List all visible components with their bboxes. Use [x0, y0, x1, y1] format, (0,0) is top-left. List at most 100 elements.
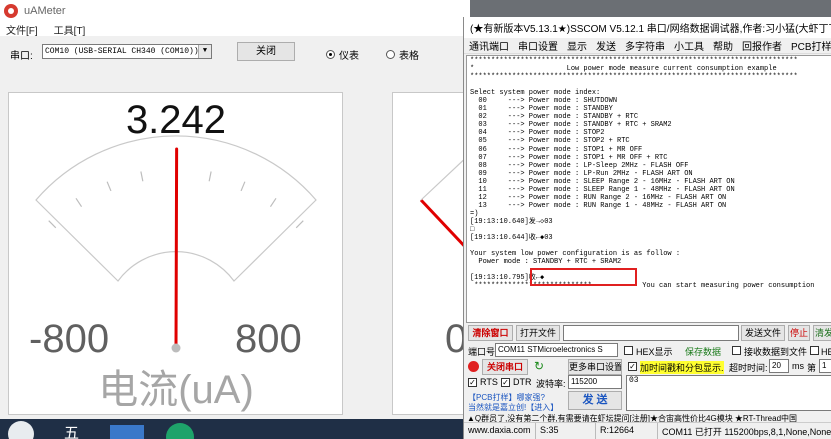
power-mode-highlight	[530, 268, 637, 286]
terminal-line: □	[470, 225, 475, 234]
send-button[interactable]: 发 送	[568, 391, 622, 410]
terminal-line: 05 ---> Power mode : STOP2 + RTC	[470, 137, 630, 146]
app-icon[interactable]	[166, 423, 194, 439]
clear-send-button[interactable]: 清发	[813, 325, 831, 341]
hex-display-label: HEX显示	[636, 347, 673, 357]
more-settings-button[interactable]: 更多串口设置	[568, 359, 622, 375]
terminal-line: =)	[470, 209, 479, 218]
rts-checkbox[interactable]: ✓	[468, 378, 477, 387]
menu-comm-port[interactable]: 通讯端口	[469, 38, 509, 53]
radio-meter[interactable]: 仪表	[326, 47, 359, 62]
menu-send[interactable]: 发送	[596, 38, 616, 53]
radio-dot	[326, 50, 335, 59]
promo-link-2[interactable]: 当然就是嘉立创!【进入】	[468, 402, 558, 413]
port-select-value: COM10 (USB-SERIAL CH340 (COM10))	[45, 47, 199, 56]
radio-dot	[386, 50, 395, 59]
gauge-needle	[174, 147, 179, 350]
timestamp-checkbox[interactable]: ✓	[628, 362, 637, 371]
windows-icon[interactable]	[8, 421, 34, 439]
refresh-icon[interactable]: ↻	[534, 359, 544, 373]
menu-serial-settings[interactable]: 串口设置	[518, 38, 558, 53]
terminal-line: 10 ---> Power mode : SLEEP Range 2 - 16M…	[470, 177, 735, 186]
terminal-line: * Low power mode measure current consump…	[470, 65, 777, 74]
timestamp-label: 加时间戳和分包显示.	[640, 361, 724, 374]
terminal-line: 00 ---> Power mode : SHUTDOWN	[470, 97, 618, 106]
toolbar: 串口: COM10 (USB-SERIAL CH340 (COM10)) ▼ 关…	[0, 36, 470, 70]
status-sent: S:35	[536, 423, 596, 439]
gauge-unit-label: 电流(uA)	[98, 368, 254, 412]
port-number-select[interactable]: COM11 STMicroelectronics S	[495, 343, 618, 357]
terminal-line: [19:13:10.640]发→◇03	[470, 217, 553, 226]
uameter-window: uAMeter 文件[F] 工具[T] 串口: COM10 (USB-SERIA…	[0, 0, 470, 439]
app-icon[interactable]	[110, 425, 144, 439]
search-label[interactable]: 五	[64, 422, 79, 439]
close-port-button[interactable]: 关闭串口	[482, 359, 528, 375]
port-number-value: COM11 STMicroelectronics S	[498, 345, 603, 354]
terminal-line: ****************************************…	[470, 57, 798, 65]
terminal-line: 01 ---> Power mode : STANDBY	[470, 105, 613, 114]
radio-table-label: 表格	[399, 51, 419, 62]
rts-label: RTS	[480, 377, 498, 387]
menu-help[interactable]: 帮助	[713, 38, 733, 53]
port-status-icon	[468, 361, 479, 372]
status-port: COM11 已打开 115200bps,8,1,None,None	[662, 427, 831, 437]
open-file-button[interactable]: 打开文件	[516, 325, 560, 341]
receive-terminal[interactable]: ****************************************…	[466, 55, 831, 323]
port-number-label: 端口号	[468, 347, 496, 357]
menu-tools[interactable]: 小工具	[674, 38, 704, 53]
page-label: 第	[807, 363, 817, 373]
clear-window-button[interactable]: 清除窗口	[468, 325, 513, 341]
terminal-line: 02 ---> Power mode : STANDBY + RTC	[470, 113, 639, 122]
chevron-down-icon[interactable]: ▼	[198, 45, 211, 58]
terminal-line: Power mode : STANDBY + RTC + SRAM2	[470, 258, 622, 267]
sscom-status-bar: www.daxia.com S:35 R:12664 COM11 已打开 115…	[464, 422, 831, 439]
sscom-menu-bar: 通讯端口 串口设置 显示 发送 多字符串 小工具 帮助 回报作者 PCB打样	[464, 38, 831, 54]
window-title: uAMeter	[24, 5, 66, 17]
hex-send-checkbox[interactable]	[810, 346, 819, 355]
file-path-input[interactable]	[563, 325, 739, 341]
secondary-gauge-panel: 0	[392, 92, 470, 415]
page-input[interactable]: 1	[819, 359, 831, 373]
sscom-window-title: (★有新版本V5.13.1★)SSCOM V5.12.1 串口/网络数据调试器,…	[470, 24, 831, 35]
menu-bar: 文件[F] 工具[T]	[0, 22, 470, 37]
terminal-line: 03 ---> Power mode : STANDBY + RTC + SRA…	[470, 121, 672, 130]
menu-multi-string[interactable]: 多字符串	[625, 38, 665, 53]
menu-pcb[interactable]: PCB打样	[791, 38, 831, 53]
menu-file[interactable]: 文件[F]	[6, 22, 38, 37]
terminal-line: Select system power mode index:	[470, 89, 601, 98]
status-site[interactable]: www.daxia.com	[464, 423, 536, 439]
port-select[interactable]: COM10 (USB-SERIAL CH340 (COM10)) ▼	[42, 44, 212, 59]
terminal-line: 06 ---> Power mode : STOP1 + MR OFF	[470, 145, 643, 154]
menu-tools[interactable]: 工具[T]	[54, 22, 86, 37]
save-data-link[interactable]: 保存数据	[685, 345, 721, 358]
terminal-line: 09 ---> Power mode : LP-Run 2MHz - FLASH…	[470, 169, 693, 178]
stop-button[interactable]: 停止	[788, 325, 810, 341]
terminal-line: 07 ---> Power mode : STOP1 + MR OFF + RT…	[470, 153, 668, 162]
gauge-max-label: 800	[235, 317, 302, 361]
timeout-input[interactable]: 20	[769, 359, 789, 373]
send-input[interactable]: 03	[626, 375, 831, 411]
hex-display-checkbox[interactable]	[624, 346, 633, 355]
current-gauge: 3.242 -800 800 电流(uA)	[29, 98, 317, 412]
recv-to-file-label: 接收数据到文件	[744, 347, 808, 357]
close-port-button[interactable]: 关闭	[237, 42, 295, 61]
terminal-line: **************************** You can sta…	[470, 282, 815, 291]
uameter-titlebar: uAMeter	[0, 0, 470, 22]
terminal-line: 08 ---> Power mode : LP-Sleep 2MHz - FLA…	[470, 161, 689, 170]
sscom-titlebar: (★有新版本V5.13.1★)SSCOM V5.12.1 串口/网络数据调试器,…	[464, 17, 831, 38]
baud-select[interactable]: 115200	[568, 375, 622, 389]
send-file-button[interactable]: 发送文件	[741, 325, 785, 341]
recv-to-file-checkbox[interactable]	[732, 346, 741, 355]
needle-pivot	[171, 343, 181, 353]
radio-table[interactable]: 表格	[386, 47, 419, 62]
terminal-line: ****************************************…	[470, 73, 798, 82]
hex-send-label: HEX发	[821, 347, 831, 357]
dtr-checkbox[interactable]: ✓	[501, 378, 510, 387]
current-gauge-panel: 3.242 -800 800 电流(uA)	[8, 92, 343, 415]
baud-label: 波特率:	[536, 379, 566, 389]
terminal-line: Your system low power configuration is a…	[470, 250, 681, 259]
menu-feedback[interactable]: 回报作者	[742, 38, 782, 53]
menu-display[interactable]: 显示	[567, 38, 587, 53]
